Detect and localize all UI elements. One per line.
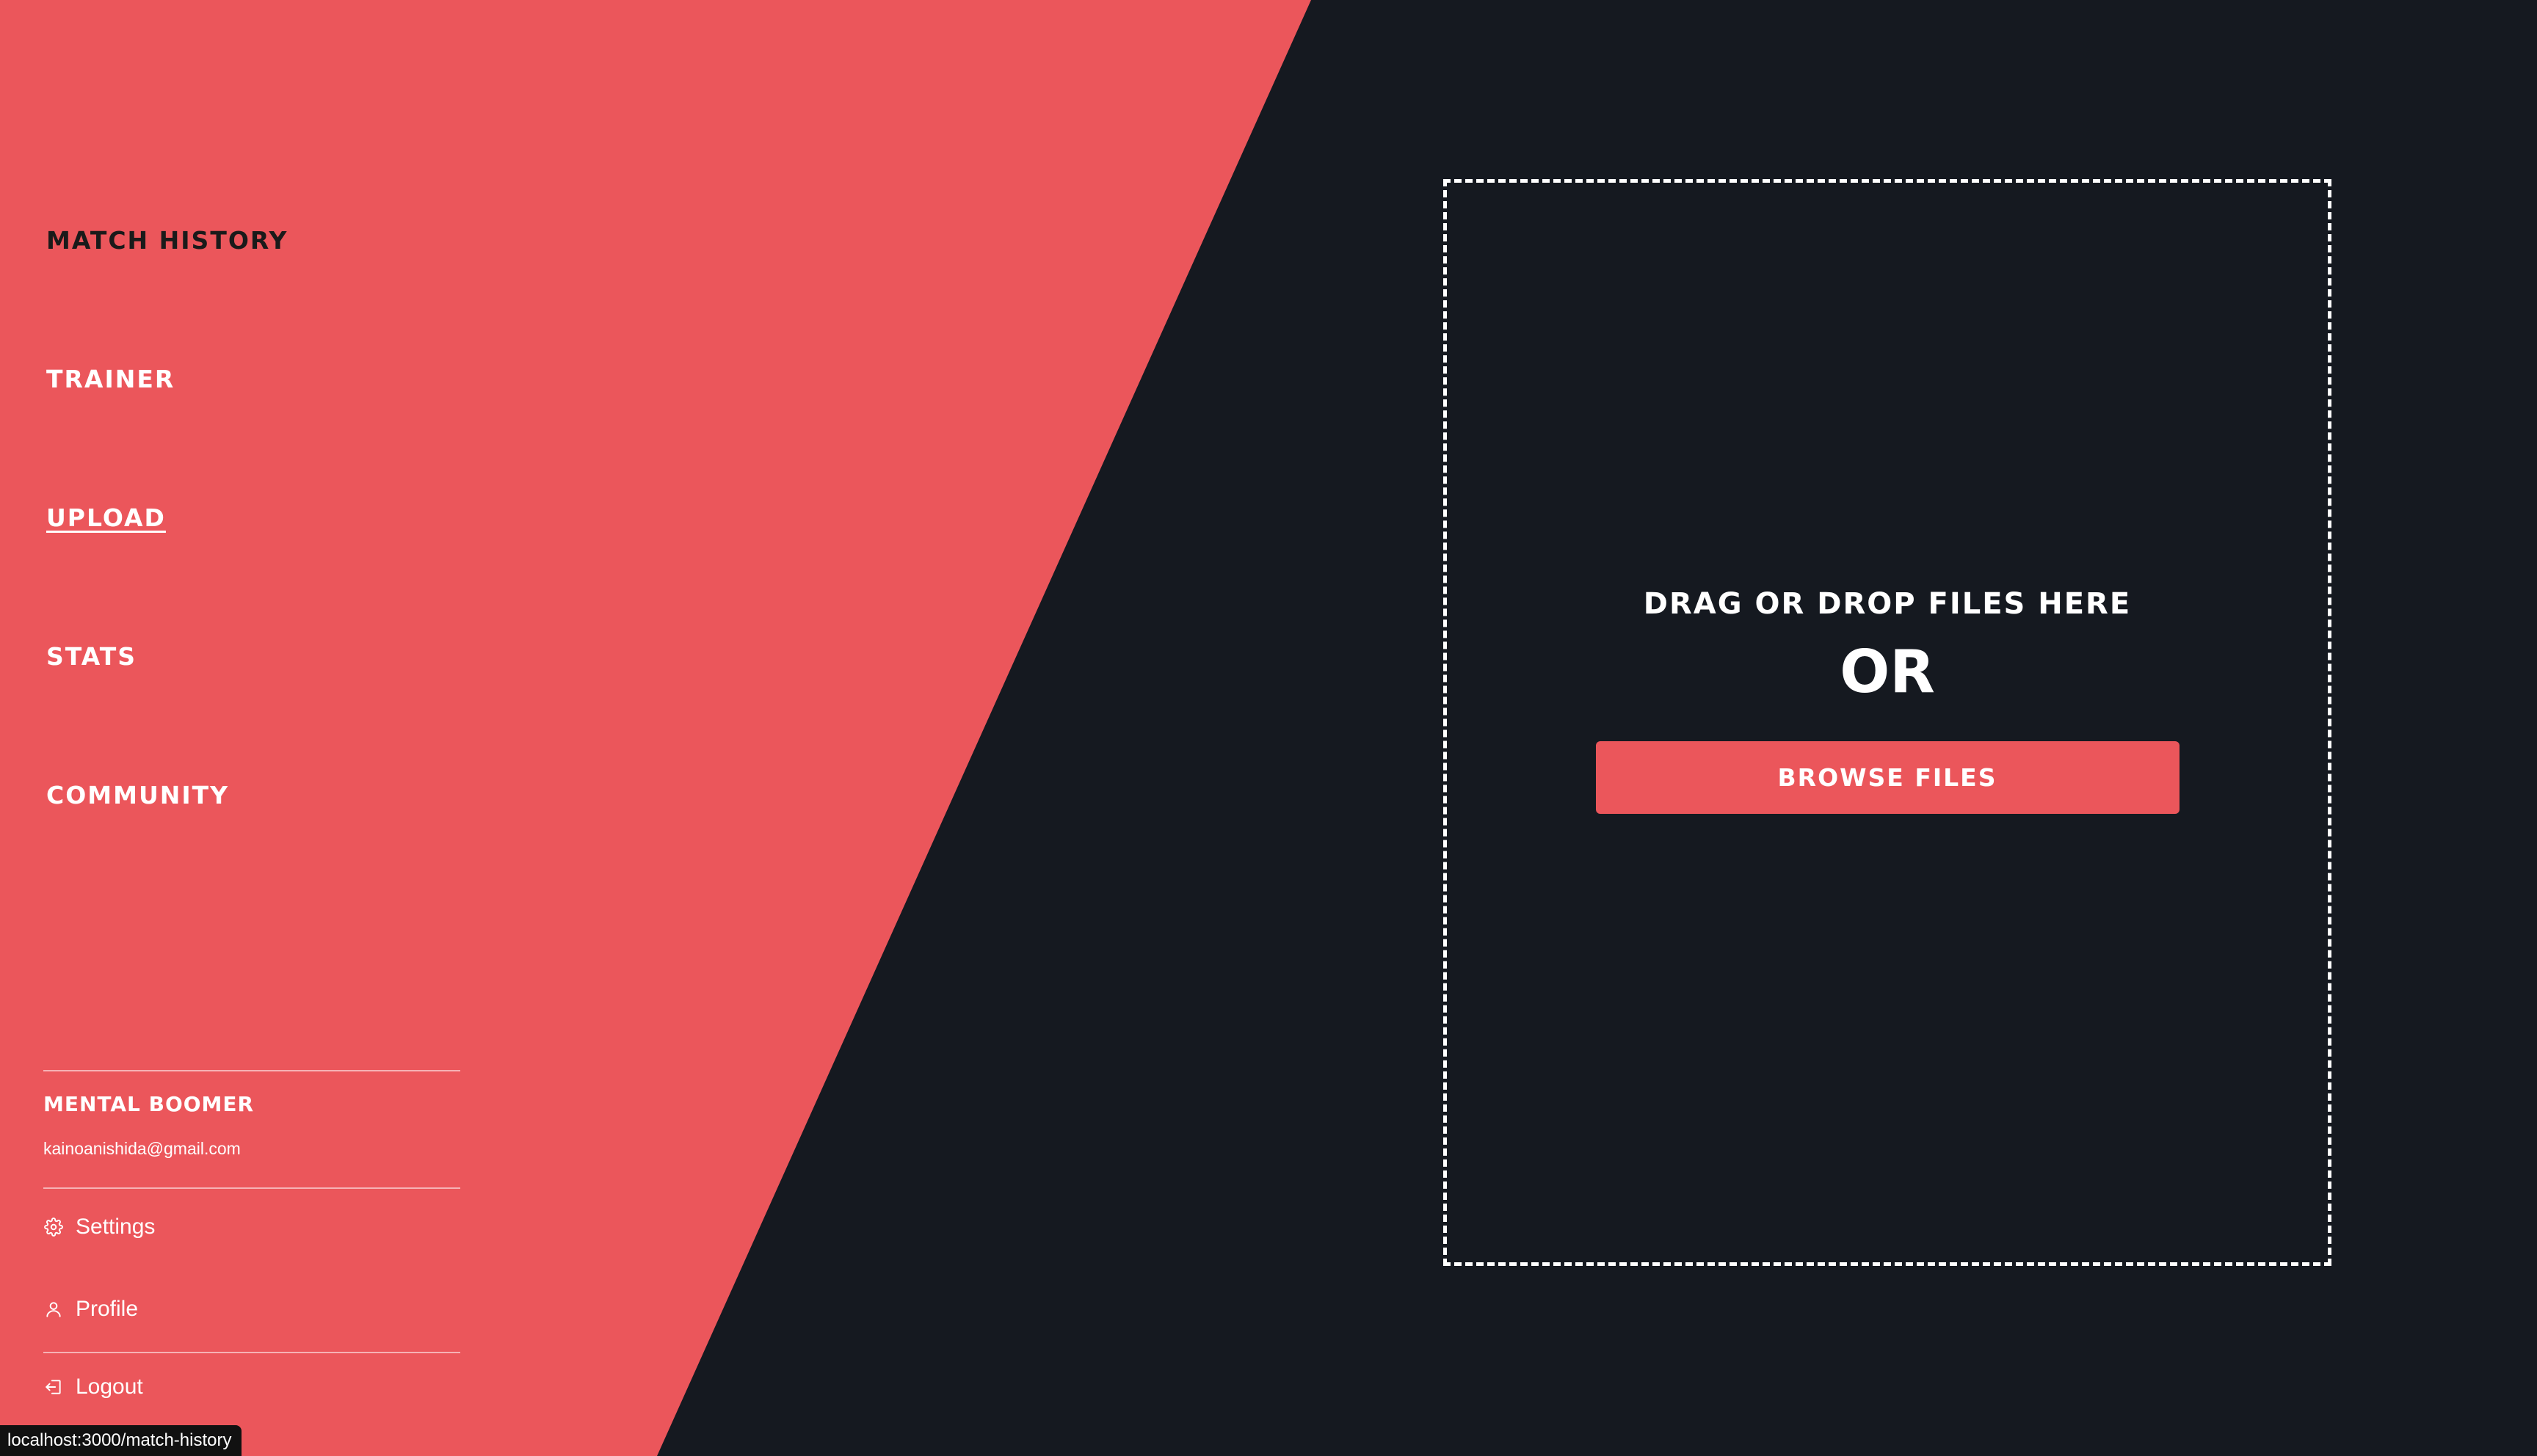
gear-icon — [43, 1217, 64, 1237]
nav-stats[interactable]: STATS — [46, 634, 137, 678]
nav-upload[interactable]: UPLOAD — [46, 495, 166, 539]
settings-label: Settings — [76, 1215, 156, 1239]
user-email: kainoanishida@gmail.com — [43, 1139, 241, 1158]
divider — [43, 1352, 460, 1353]
profile-label: Profile — [76, 1297, 139, 1321]
settings-link[interactable]: Settings — [43, 1211, 155, 1243]
user-icon — [43, 1299, 64, 1320]
status-bar-url: localhost:3000/match-history — [0, 1425, 242, 1456]
logout-link[interactable]: Logout — [43, 1371, 143, 1403]
file-dropzone[interactable]: DRAG OR DROP FILES HERE OR BROWSE FILES — [1443, 179, 2331, 1266]
logout-icon — [43, 1377, 64, 1397]
nav-trainer[interactable]: TRAINER — [46, 357, 175, 401]
or-separator: OR — [1840, 638, 1935, 706]
dropzone-heading: DRAG OR DROP FILES HERE — [1643, 587, 2132, 621]
divider — [43, 1070, 460, 1071]
browse-files-button[interactable]: BROWSE FILES — [1595, 741, 2180, 814]
upload-page: MATCH HISTORY TRAINER UPLOAD STATS COMMU… — [0, 0, 2537, 1456]
logout-label: Logout — [76, 1375, 143, 1399]
nav-match-history[interactable]: MATCH HISTORY — [46, 218, 288, 262]
user-name: MENTAL BOOMER — [43, 1092, 255, 1116]
divider — [43, 1187, 460, 1189]
nav-community[interactable]: COMMUNITY — [46, 773, 229, 817]
profile-link[interactable]: Profile — [43, 1293, 138, 1325]
